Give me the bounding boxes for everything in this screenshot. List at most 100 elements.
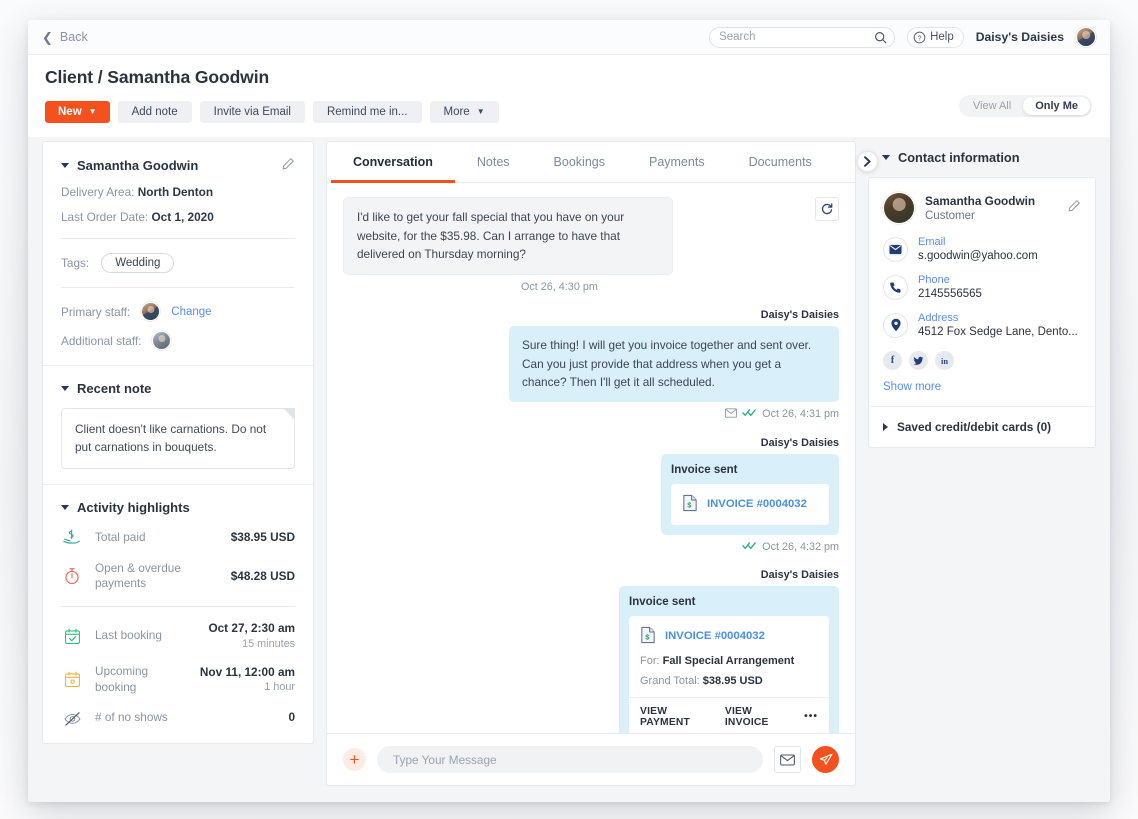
invoice-total-row: Grand Total: $38.95 USD xyxy=(640,675,818,687)
search-box[interactable] xyxy=(709,26,896,49)
search-icon[interactable] xyxy=(874,31,887,49)
invoice-bubble: Invoice sent $ INVOICE #0004032 xyxy=(661,453,839,535)
contact-email-row[interactable]: Email s.goodwin@yahoo.com xyxy=(883,236,1081,262)
view-all-option[interactable]: View All xyxy=(961,97,1023,115)
page-header: Client / Samantha Goodwin View All Only … xyxy=(28,55,1110,137)
more-button[interactable]: More ▼ xyxy=(429,101,499,123)
change-staff-link[interactable]: Change xyxy=(171,306,211,318)
facebook-icon[interactable]: f xyxy=(883,351,902,370)
activity-value-sub: 1 hour xyxy=(264,681,295,694)
remind-me-button[interactable]: Remind me in... xyxy=(312,101,422,123)
account-avatar[interactable] xyxy=(1076,27,1096,47)
contact-address-row[interactable]: Address 4512 Fox Sedge Lane, Dento... xyxy=(883,312,1081,338)
add-note-button[interactable]: Add note xyxy=(117,101,192,123)
edit-profile-icon[interactable] xyxy=(281,157,295,174)
search-input[interactable] xyxy=(719,31,886,43)
phone-label: Phone xyxy=(918,274,950,286)
message-timestamp: Oct 26, 4:30 pm xyxy=(521,280,598,293)
contact-phone-row[interactable]: Phone 2145556565 xyxy=(883,274,1081,300)
invoice-card[interactable]: $ INVOICE #0004032 xyxy=(671,483,829,525)
invoice-more-icon[interactable]: ••• xyxy=(804,711,818,722)
profile-section: Samantha Goodwin Delivery Area: North De… xyxy=(43,142,313,365)
right-column: Contact information Samantha Goodwin Cus… xyxy=(857,141,1096,786)
message-status-row: Oct 26, 4:32 pm xyxy=(343,541,839,553)
contact-info-header[interactable]: Contact information xyxy=(868,141,1096,177)
page-title: Client / Samantha Goodwin xyxy=(45,67,270,87)
divider xyxy=(61,287,295,288)
activity-label: # of no shows xyxy=(95,710,168,725)
send-button[interactable] xyxy=(812,746,839,773)
account-name[interactable]: Daisy's Daisies xyxy=(976,30,1064,44)
activity-value: Oct 27, 2:30 am 15 minutes xyxy=(208,621,295,650)
invoice-total-value: $38.95 USD xyxy=(702,674,763,687)
message-sender: Daisy's Daisies xyxy=(760,308,839,321)
tags-label: Tags: xyxy=(61,256,90,270)
center-column: Conversation Notes Bookings Payments Doc… xyxy=(326,141,856,786)
content-area: Samantha Goodwin Delivery Area: North De… xyxy=(28,137,1110,802)
activity-title: Activity highlights xyxy=(77,499,190,515)
social-links: f in xyxy=(883,351,1081,370)
view-toggle[interactable]: View All Only Me xyxy=(958,95,1092,117)
message-invoice-simple: Daisy's Daisies Invoice sent $ INVOICE #… xyxy=(343,437,839,553)
activity-row-open-overdue: Open & overdue payments $48.28 USD xyxy=(61,561,295,593)
message-timestamp: Oct 26, 4:31 pm xyxy=(762,408,839,421)
message-status-row: Oct 26, 4:31 pm xyxy=(343,408,839,421)
caret-right-icon xyxy=(883,423,888,431)
invoice-number-link[interactable]: INVOICE #0004032 xyxy=(665,630,765,642)
profile-section-header[interactable]: Samantha Goodwin xyxy=(61,157,295,174)
new-button[interactable]: New ▼ xyxy=(45,101,110,123)
edit-contact-icon[interactable] xyxy=(1067,199,1081,218)
invoice-number-link[interactable]: INVOICE #0004032 xyxy=(707,498,807,510)
help-button[interactable]: ? Help xyxy=(907,26,964,48)
divider xyxy=(61,606,295,608)
message-input[interactable] xyxy=(377,746,763,773)
invite-label: Invite via Email xyxy=(213,106,291,118)
primary-staff-avatar[interactable] xyxy=(141,302,161,321)
last-order-label: Last Order Date: xyxy=(61,210,149,224)
view-invoice-button[interactable]: VIEW INVOICE xyxy=(725,706,790,728)
activity-value-main: Nov 11, 12:00 am xyxy=(199,665,295,679)
delivery-area-row: Delivery Area: North Denton xyxy=(61,185,295,199)
tab-payments[interactable]: Payments xyxy=(627,142,727,183)
show-more-link[interactable]: Show more xyxy=(883,381,1081,393)
caret-down-icon xyxy=(882,155,890,160)
recent-note-header[interactable]: Recent note xyxy=(61,381,295,396)
invoice-number-row[interactable]: $ INVOICE #0004032 xyxy=(682,494,818,515)
action-button-row: New ▼ Add note Invite via Email Remind m… xyxy=(45,101,1093,137)
collapse-panel-button[interactable] xyxy=(857,151,878,172)
email-mode-button[interactable] xyxy=(774,746,801,773)
saved-cards-section[interactable]: Saved credit/debit cards (0) xyxy=(869,406,1095,447)
activity-highlights-header[interactable]: Activity highlights xyxy=(61,500,295,515)
invoice-bubble-title: Invoice sent xyxy=(671,463,738,476)
tag-wedding[interactable]: Wedding xyxy=(101,253,175,273)
address-label: Address xyxy=(918,312,959,324)
additional-staff-row: Additional staff: xyxy=(61,331,295,350)
only-me-option[interactable]: Only Me xyxy=(1023,97,1090,115)
conversation-tabs: Conversation Notes Bookings Payments Doc… xyxy=(327,142,855,183)
twitter-icon[interactable] xyxy=(909,351,928,370)
tab-notes[interactable]: Notes xyxy=(455,142,532,183)
add-attachment-icon[interactable]: + xyxy=(343,748,366,771)
activity-label: Last booking xyxy=(95,628,162,643)
linkedin-icon[interactable]: in xyxy=(935,351,954,370)
activity-value: $38.95 USD xyxy=(230,529,295,544)
additional-staff-avatar[interactable] xyxy=(152,331,172,350)
contact-role: Customer xyxy=(925,210,975,222)
message-invoice-detail: Daisy's Daisies Invoice sent $ INVOICE #… xyxy=(343,569,839,733)
tab-documents[interactable]: Documents xyxy=(727,142,834,183)
stopwatch-icon xyxy=(61,566,83,586)
caret-down-icon xyxy=(61,504,69,510)
view-payment-button[interactable]: VIEW PAYMENT xyxy=(640,706,711,728)
invoice-number-row[interactable]: $ INVOICE #0004032 xyxy=(640,626,818,647)
message-outgoing-1: Daisy's Daisies Sure thing! I will get y… xyxy=(343,309,839,421)
refresh-button[interactable] xyxy=(815,197,839,221)
activity-row-upcoming-booking: Upcoming booking Nov 11, 12:00 am 1 hour xyxy=(61,664,295,696)
email-value: s.goodwin@yahoo.com xyxy=(918,250,1038,262)
invite-via-email-button[interactable]: Invite via Email xyxy=(199,101,305,123)
tab-bookings[interactable]: Bookings xyxy=(532,142,627,183)
contact-avatar[interactable] xyxy=(883,192,915,224)
client-summary-card: Samantha Goodwin Delivery Area: North De… xyxy=(42,141,314,744)
back-button[interactable]: ❮ Back xyxy=(42,30,88,44)
activity-row-no-shows: # of no shows 0 xyxy=(61,709,295,728)
tab-conversation[interactable]: Conversation xyxy=(331,142,455,183)
